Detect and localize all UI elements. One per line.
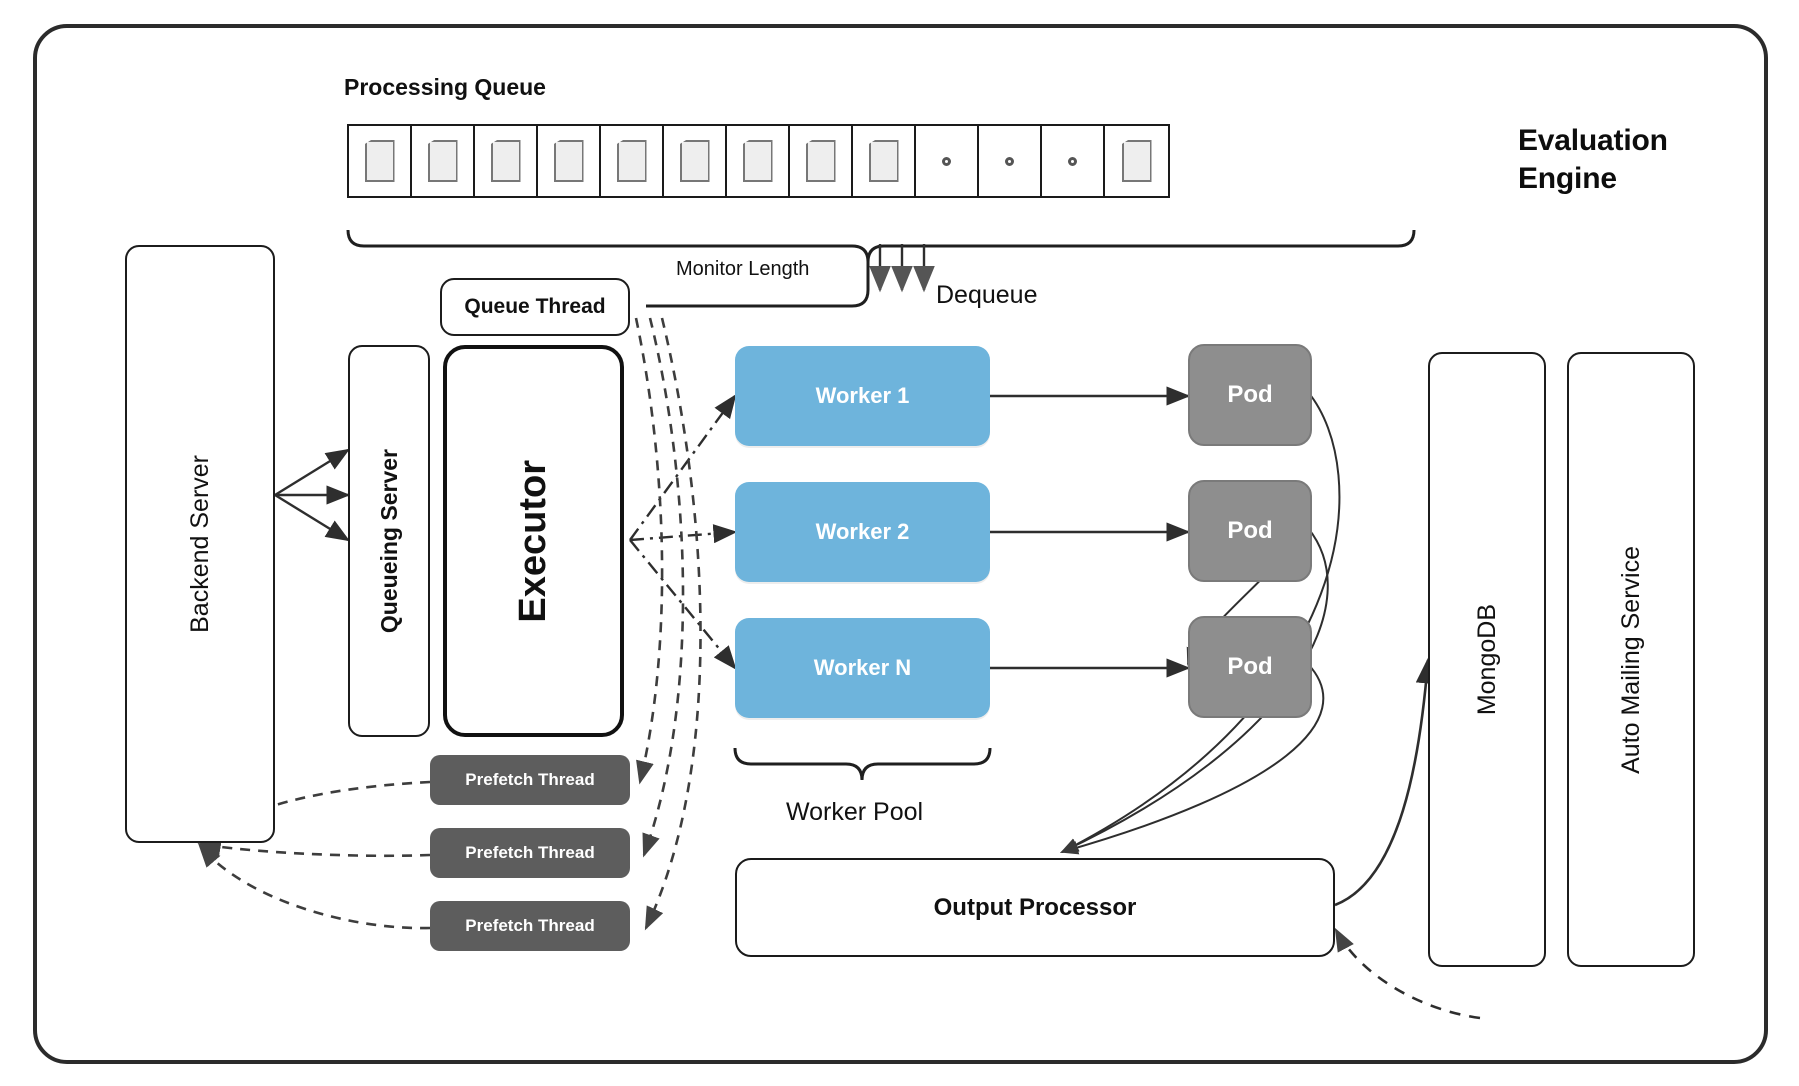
node-queue-thread[interactable]: Queue Thread <box>440 278 630 336</box>
node-worker-n[interactable]: Worker N <box>735 618 990 718</box>
node-prefetch-thread-1[interactable]: Prefetch Thread <box>430 755 630 805</box>
document-icon <box>679 140 710 182</box>
queue-cell[interactable] <box>601 126 664 196</box>
node-prefetch-thread-2[interactable]: Prefetch Thread <box>430 828 630 878</box>
ellipsis-dot-icon <box>1005 156 1014 166</box>
queue-thread-label: Queue Thread <box>464 295 606 318</box>
pod-2-label: Pod <box>1227 517 1273 544</box>
queue-cell[interactable] <box>475 126 538 196</box>
backend-server-label: Backend Server <box>185 455 214 633</box>
pod-1-label: Pod <box>1227 381 1273 408</box>
pod-3-label: Pod <box>1227 653 1273 680</box>
processing-queue-title: Processing Queue <box>344 74 546 100</box>
node-output-processor[interactable]: Output Processor <box>735 858 1335 957</box>
node-worker-1[interactable]: Worker 1 <box>735 346 990 446</box>
node-pod-2[interactable]: Pod <box>1188 480 1312 582</box>
node-prefetch-thread-3[interactable]: Prefetch Thread <box>430 901 630 951</box>
edge-label-dequeue: Dequeue <box>936 281 1038 309</box>
document-icon <box>553 140 584 182</box>
node-pod-3[interactable]: Pod <box>1188 616 1312 718</box>
document-icon <box>742 140 773 182</box>
node-backend-server[interactable]: Backend Server <box>125 245 275 843</box>
node-worker-2[interactable]: Worker 2 <box>735 482 990 582</box>
edge-label-worker-pool: Worker Pool <box>786 798 924 826</box>
prefetch-thread-3-label: Prefetch Thread <box>465 916 595 935</box>
ellipsis-dot-icon <box>942 156 951 166</box>
queue-cell[interactable] <box>1105 126 1168 196</box>
processing-queue <box>347 124 1170 198</box>
queue-cell[interactable] <box>853 126 916 196</box>
queue-cell[interactable] <box>790 126 853 196</box>
document-icon <box>868 140 899 182</box>
queue-cell[interactable] <box>412 126 475 196</box>
queue-cell-ellipsis <box>979 126 1042 196</box>
page-title: Evaluation Engine <box>1518 124 1668 196</box>
mongodb-label: MongoDB <box>1472 603 1501 716</box>
document-icon <box>616 140 647 182</box>
node-mongodb[interactable]: MongoDB <box>1428 352 1546 967</box>
node-auto-mailing-service[interactable]: Auto Mailing Service <box>1567 352 1695 967</box>
queue-cell[interactable] <box>664 126 727 196</box>
queue-cell[interactable] <box>349 126 412 196</box>
auto-mailing-service-label: Auto Mailing Service <box>1616 545 1645 774</box>
queue-cell[interactable] <box>538 126 601 196</box>
node-queueing-server[interactable]: Queueing Server <box>348 345 430 737</box>
queueing-server-label: Queueing Server <box>375 448 402 634</box>
document-icon <box>490 140 521 182</box>
node-pod-1[interactable]: Pod <box>1188 344 1312 446</box>
executor-label: Executor <box>512 459 554 623</box>
worker-2-label: Worker 2 <box>815 519 910 544</box>
prefetch-thread-2-label: Prefetch Thread <box>465 843 595 862</box>
worker-1-label: Worker 1 <box>815 383 910 408</box>
document-icon <box>427 140 458 182</box>
queue-cell[interactable] <box>727 126 790 196</box>
diagram-canvas: Processing Queue Evaluation Engine Backe… <box>0 0 1799 1086</box>
document-icon <box>1121 140 1152 182</box>
worker-n-label: Worker N <box>813 655 912 680</box>
document-icon <box>805 140 836 182</box>
document-icon <box>364 140 395 182</box>
queue-cell-ellipsis <box>916 126 979 196</box>
edge-label-monitor-length: Monitor Length <box>676 258 810 280</box>
ellipsis-dot-icon <box>1068 156 1077 166</box>
queue-cell-ellipsis <box>1042 126 1105 196</box>
node-executor[interactable]: Executor <box>443 345 624 737</box>
prefetch-thread-1-label: Prefetch Thread <box>465 770 595 789</box>
output-processor-label: Output Processor <box>933 893 1137 921</box>
